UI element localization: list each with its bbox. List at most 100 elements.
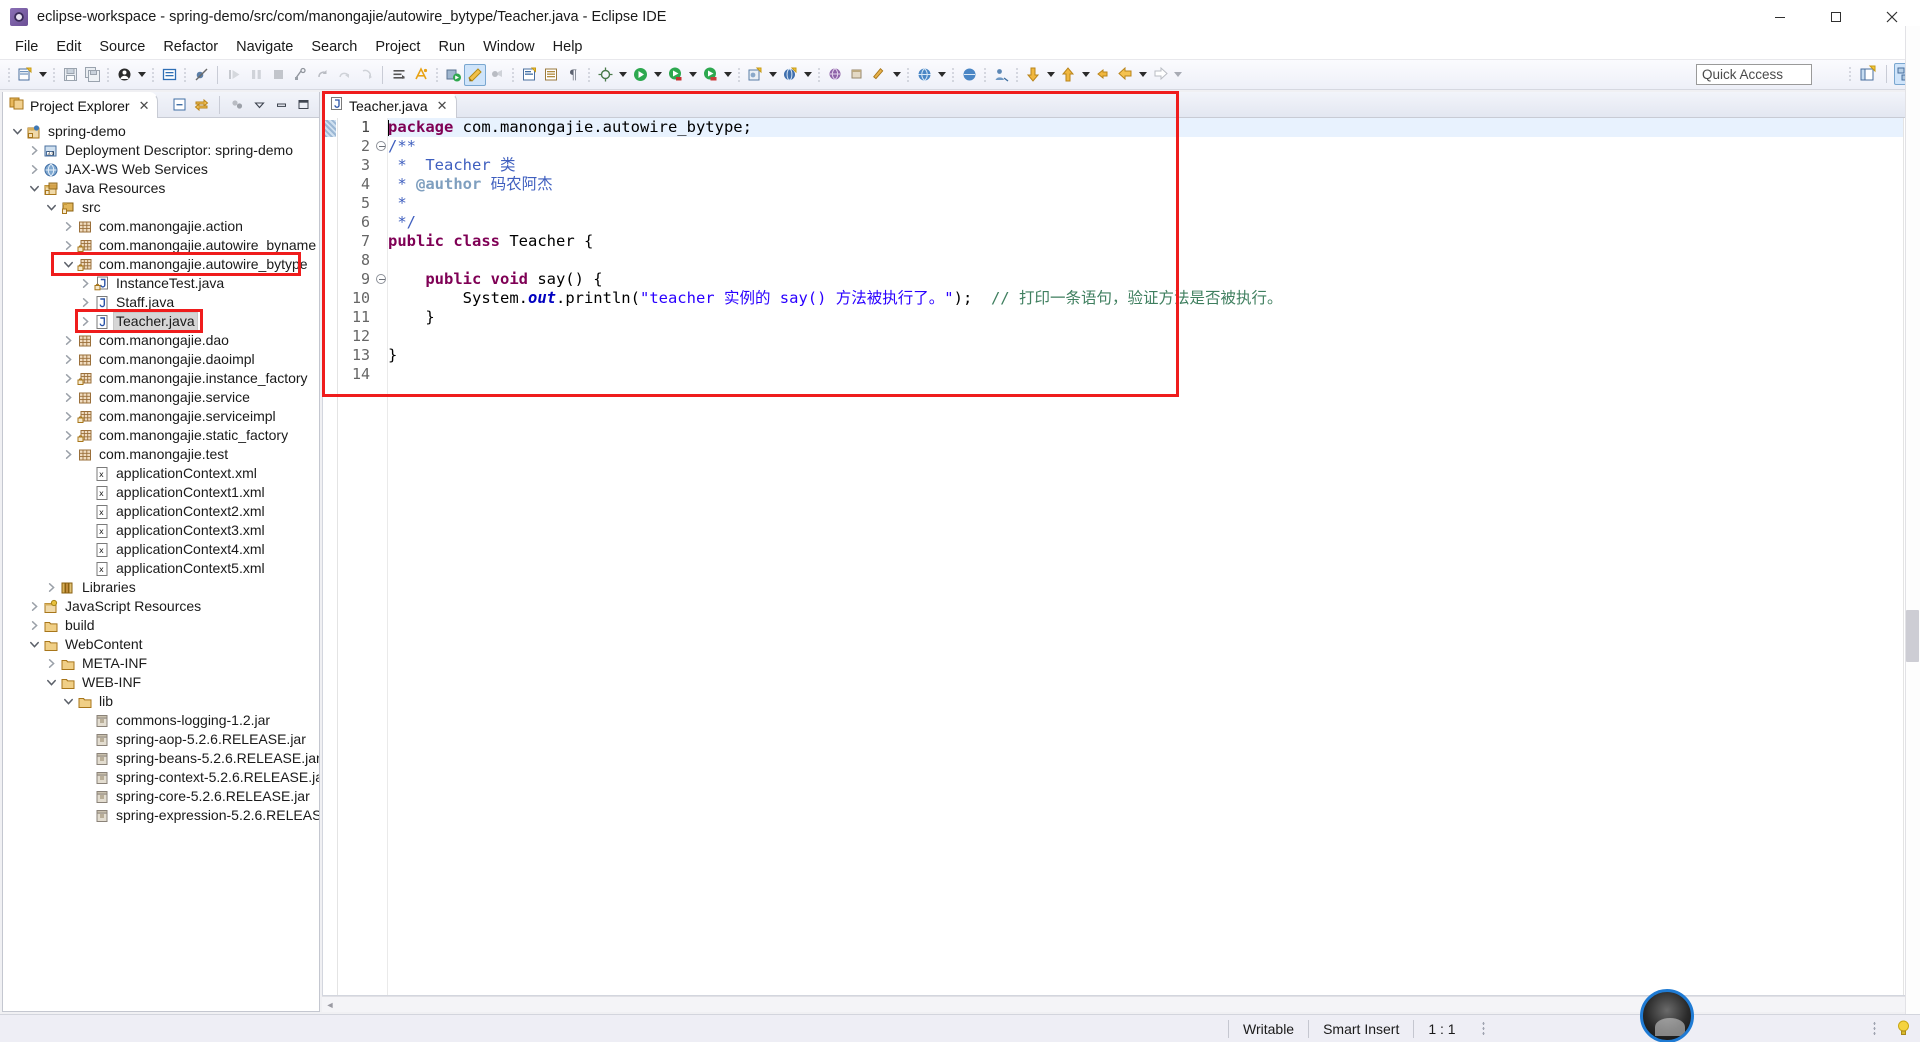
code-line[interactable]: /** <box>388 137 1903 156</box>
chevron-right-icon[interactable] <box>60 407 76 426</box>
terminate-icon[interactable] <box>267 64 289 86</box>
arrow-down-icon[interactable] <box>1022 64 1044 86</box>
editor-vertical-scrollbar[interactable] <box>1905 26 1920 1024</box>
menu-project[interactable]: Project <box>366 35 429 59</box>
code-line[interactable] <box>388 251 1903 270</box>
project-tree[interactable]: spring-demo 3.0 Deployment Descriptor: spr… <box>3 118 319 1011</box>
fold-marker[interactable] <box>374 270 387 289</box>
fold-marker[interactable] <box>374 137 387 156</box>
folding-ruler[interactable] <box>374 118 388 995</box>
editor-marker-column[interactable] <box>323 118 338 995</box>
step-return-icon[interactable] <box>311 64 333 86</box>
source-code[interactable]: package com.manongajie.autowire_bytype; /… <box>388 118 1903 995</box>
chevron-right-icon[interactable] <box>26 616 42 635</box>
deploy-icon[interactable] <box>464 63 486 86</box>
tree-item[interactable]: JAX-WS Web Services <box>3 160 319 179</box>
debug-dropdown-icon[interactable] <box>686 64 699 86</box>
forward-arrow-icon[interactable] <box>1149 64 1171 86</box>
pencil-icon[interactable] <box>868 64 890 86</box>
new-file-icon[interactable] <box>14 64 36 86</box>
forward-dropdown-icon[interactable] <box>1171 64 1184 86</box>
save-icon[interactable] <box>59 64 81 86</box>
link-editor-icon[interactable] <box>192 95 211 114</box>
chevron-right-icon[interactable] <box>60 445 76 464</box>
tree-item[interactable]: JavaScript Resources <box>3 597 319 616</box>
code-line[interactable]: } <box>388 346 1903 365</box>
tree-item[interactable]: x applicationContext1.xml <box>3 483 319 502</box>
chevron-down-icon[interactable] <box>60 692 76 711</box>
suspend-icon[interactable] <box>245 64 267 86</box>
chevron-down-icon[interactable] <box>9 122 25 141</box>
menu-search[interactable]: Search <box>302 35 366 59</box>
chevron-down-icon[interactable] <box>250 95 269 114</box>
scrollbar-thumb[interactable] <box>1906 610 1919 662</box>
tree-item[interactable]: com.manongajie.daoimpl <box>3 350 319 369</box>
chevron-right-icon[interactable] <box>43 578 59 597</box>
quick-access-input[interactable]: Quick Access <box>1696 64 1812 85</box>
search-dialog-icon[interactable] <box>846 64 868 86</box>
chevron-down-icon[interactable] <box>60 255 76 274</box>
chevron-down-icon[interactable] <box>43 198 59 217</box>
code-line[interactable]: package com.manongajie.autowire_bytype; <box>388 118 1903 137</box>
collapse-fold-icon[interactable] <box>376 141 386 151</box>
tree-item[interactable]: commons-logging-1.2.jar <box>3 711 319 730</box>
chevron-right-icon[interactable] <box>60 236 76 255</box>
chevron-down-icon[interactable] <box>26 179 42 198</box>
markers-icon[interactable] <box>540 64 562 86</box>
close-icon[interactable]: ✕ <box>437 99 448 112</box>
pilcrow-icon[interactable]: ¶ <box>562 64 584 86</box>
code-line[interactable]: * Teacher 类 <box>388 156 1903 175</box>
ant-icon[interactable] <box>594 64 616 86</box>
tree-item[interactable]: x applicationContext.xml <box>3 464 319 483</box>
tree-item[interactable]: x applicationContext4.xml <box>3 540 319 559</box>
server-icon[interactable] <box>442 64 464 86</box>
tab-project-explorer[interactable]: Project Explorer ✕ <box>3 91 158 118</box>
tree-item[interactable]: src <box>3 198 319 217</box>
resume-icon[interactable] <box>223 64 245 86</box>
collapse-fold-icon[interactable] <box>376 274 386 284</box>
save-all-icon[interactable] <box>81 64 103 86</box>
menu-edit[interactable]: Edit <box>47 35 90 59</box>
tree-item[interactable]: x applicationContext3.xml <box>3 521 319 540</box>
chevron-down-icon[interactable] <box>43 673 59 692</box>
menu-navigate[interactable]: Navigate <box>227 35 302 59</box>
coverage-icon[interactable] <box>699 64 721 86</box>
chevron-right-icon[interactable] <box>60 426 76 445</box>
menu-source[interactable]: Source <box>90 35 154 59</box>
new-java-project-dropdown-icon[interactable] <box>766 64 779 86</box>
code-line[interactable] <box>388 365 1903 384</box>
minimize-button[interactable] <box>1752 0 1808 34</box>
status-drag-dots-right[interactable] <box>1873 1020 1876 1037</box>
tree-item[interactable]: WebContent <box>3 635 319 654</box>
tree-item[interactable]: com.manongajie.autowire_byname <box>3 236 319 255</box>
step-into-icon[interactable] <box>355 64 377 86</box>
annotation-icon[interactable] <box>158 64 180 86</box>
chevron-right-icon[interactable] <box>43 654 59 673</box>
chevron-right-icon[interactable] <box>60 350 76 369</box>
tree-item[interactable]: com.manongajie.dao <box>3 331 319 350</box>
tree-item[interactable]: 3.0 Deployment Descriptor: spring-demo <box>3 141 319 160</box>
menu-window[interactable]: Window <box>474 35 544 59</box>
chevron-right-icon[interactable] <box>26 141 42 160</box>
tree-item[interactable]: lib <box>3 692 319 711</box>
java-editor[interactable]: 1 2 3 4 5 6 7 8 9 10 11 12 13 14 package com.manongaj… <box>322 91 1918 996</box>
tree-item[interactable]: x applicationContext2.xml <box>3 502 319 521</box>
tip-bulb-icon[interactable] <box>1897 1020 1910 1037</box>
last-edit-icon[interactable] <box>1092 64 1114 86</box>
tree-item[interactable]: spring-beans-5.2.6.RELEASE.jar <box>3 749 319 768</box>
disconnect-icon[interactable] <box>289 64 311 86</box>
chevron-right-icon[interactable] <box>77 293 93 312</box>
new-web-project-icon[interactable] <box>779 64 801 86</box>
menu-file[interactable]: File <box>6 35 47 59</box>
run-dropdown-icon[interactable] <box>651 64 664 86</box>
collapse-all-icon[interactable] <box>170 95 189 114</box>
toolbar-drag-handle[interactable] <box>8 66 10 83</box>
java-class-dropdown-icon[interactable] <box>135 64 148 86</box>
run-as-icon[interactable] <box>958 64 980 86</box>
open-type-icon[interactable] <box>410 64 432 86</box>
tree-item[interactable]: com.manongajie.test <box>3 445 319 464</box>
close-icon[interactable]: ✕ <box>139 99 150 112</box>
scroll-left-icon[interactable]: ◄ <box>322 997 338 1013</box>
maximize-icon[interactable] <box>294 95 313 114</box>
menu-help[interactable]: Help <box>544 35 592 59</box>
